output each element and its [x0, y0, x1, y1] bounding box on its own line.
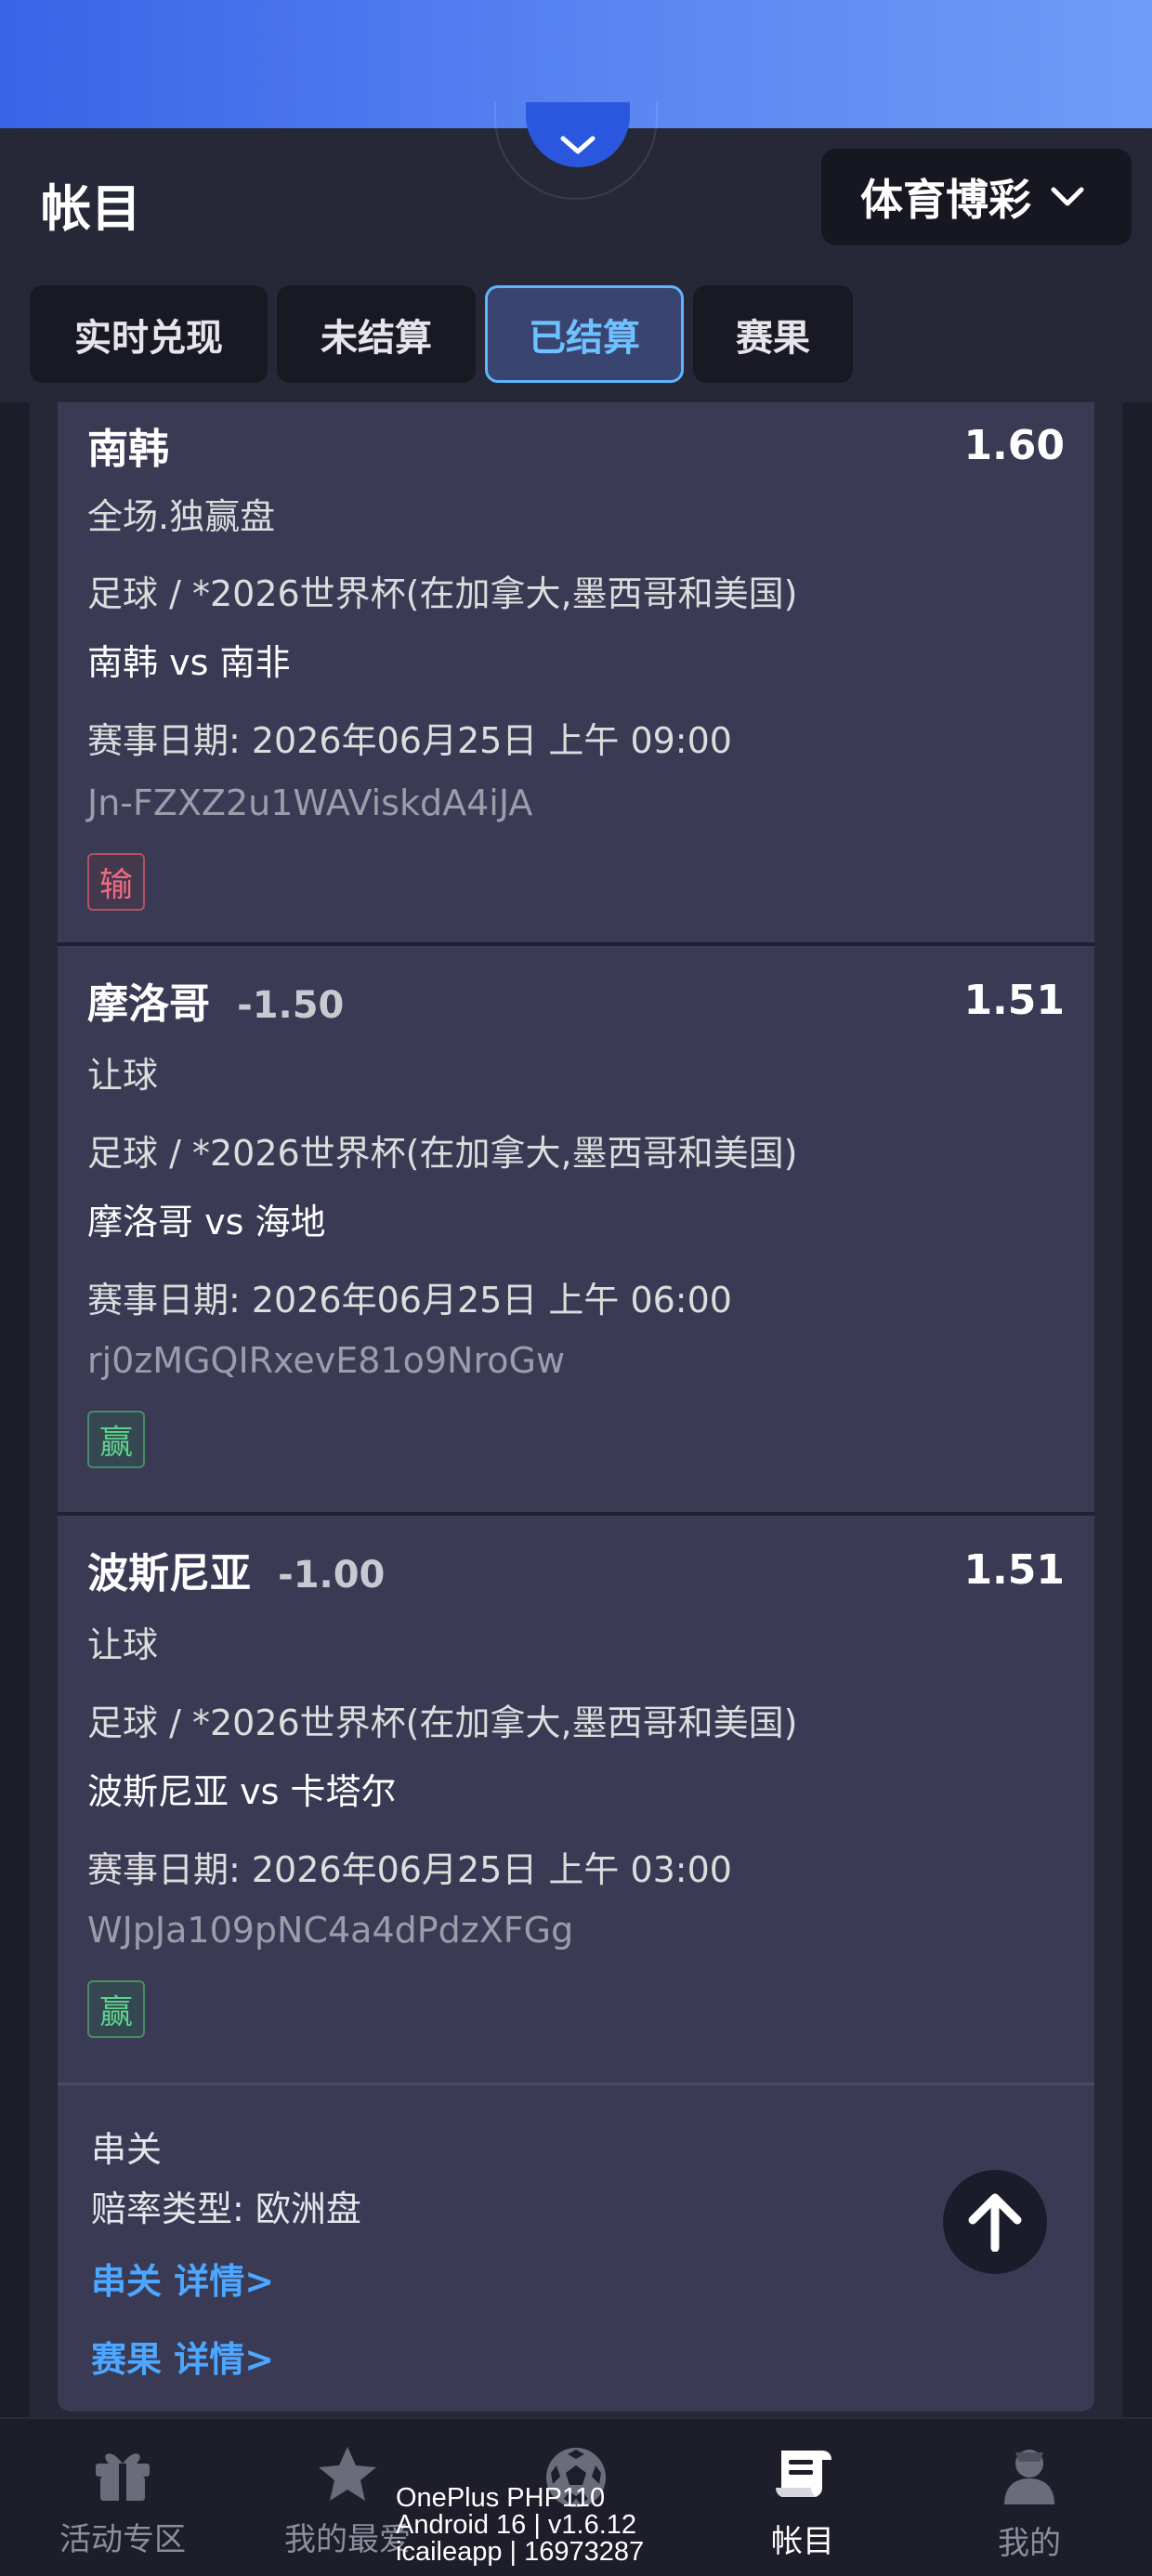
bet-market: 让球 [87, 1055, 159, 1096]
nav-promotions[interactable]: 活动专区 [7, 2419, 238, 2576]
nav-label: 活动专区 [59, 2521, 186, 2558]
device-app-id: icaileapp | 16973287 [396, 2537, 645, 2567]
bet-date: 赛事日期: 2026年06月25日 上午 09:00 [87, 720, 732, 761]
nav-label: 我的 [998, 2525, 1061, 2562]
bet-odds: 1.60 [963, 421, 1065, 469]
tab-bar: 实时兑现 未结算 已结算 赛果 [30, 285, 853, 383]
bet-match: 摩洛哥 vs 海地 [87, 1202, 326, 1242]
bet-selection: 波斯尼亚 [87, 1550, 251, 1597]
bet-market: 让球 [87, 1624, 159, 1665]
bet-id: Jn-FZXZ2u1WAViskdA4iJA [87, 782, 533, 823]
parlay-details-link[interactable]: 串关 详情> [91, 2253, 274, 2304]
tab-results[interactable]: 赛果 [693, 285, 853, 383]
gift-icon [96, 2453, 150, 2501]
bet-list[interactable]: 南韩 1.60 全场.独赢盘 足球 / *2026世界杯(在加拿大,墨西哥和美国… [30, 402, 1122, 2417]
bet-match: 波斯尼亚 vs 卡塔尔 [87, 1771, 397, 1812]
device-info-overlay: OnePlus PHP110 Android 16 | v1.6.12 icai… [396, 2485, 674, 2566]
chevron-down-icon [1051, 187, 1084, 206]
arrow-up-icon [968, 2193, 1022, 2252]
bet-match: 南韩 vs 南非 [87, 642, 291, 683]
tab-settled[interactable]: 已结算 [485, 285, 684, 383]
bet-selection: 南韩 [87, 426, 169, 473]
bet-summary: 串关 赔率类型: 欧洲盘 串关 详情> 赛果 详情> [58, 2083, 1094, 2412]
result-badge-win: 赢 [87, 1980, 145, 2038]
page-title: 帐目 [41, 179, 141, 238]
nav-profile[interactable]: 我的 [914, 2419, 1145, 2576]
bet-card: 波斯尼亚 -1.00 1.51 让球 足球 / *2026世界杯(在加拿大,墨西… [58, 1516, 1094, 2083]
bet-league: 足球 / *2026世界杯(在加拿大,墨西哥和美国) [87, 573, 798, 614]
bet-league: 足球 / *2026世界杯(在加拿大,墨西哥和美国) [87, 1702, 798, 1743]
bet-market: 全场.独赢盘 [87, 496, 276, 537]
bet-league: 足球 / *2026世界杯(在加拿大,墨西哥和美国) [87, 1133, 798, 1174]
bet-handicap: -1.00 [278, 1554, 386, 1597]
bet-type: 串关 [91, 2129, 163, 2170]
bet-card: 摩洛哥 -1.50 1.51 让球 足球 / *2026世界杯(在加拿大,墨西哥… [58, 946, 1094, 1512]
result-details-link[interactable]: 赛果 详情> [91, 2331, 274, 2382]
star-icon [319, 2447, 376, 2501]
bet-date: 赛事日期: 2026年06月25日 上午 06:00 [87, 1280, 732, 1321]
bet-odds: 1.51 [963, 976, 1065, 1024]
bet-id: WJpJa109pNC4a4dPdzXFGg [87, 1910, 574, 1951]
bet-date: 赛事日期: 2026年06月25日 上午 03:00 [87, 1849, 732, 1890]
result-badge-win: 赢 [87, 1411, 145, 1468]
nav-label: 帐目 [771, 2523, 834, 2560]
nav-account-ledger[interactable]: 帐目 [687, 2419, 918, 2576]
user-icon [1004, 2450, 1054, 2504]
bet-id: rj0zMGQIRxevE81o9NroGw [87, 1340, 566, 1381]
bet-card: 南韩 1.60 全场.独赢盘 足球 / *2026世界杯(在加拿大,墨西哥和美国… [58, 402, 1094, 942]
market-select-label: 体育博彩 [860, 175, 1031, 225]
device-version: Android 16 | v1.6.12 [396, 2510, 637, 2540]
chevron-down-icon [560, 136, 596, 154]
device-model: OnePlus PHP110 [396, 2483, 606, 2513]
odds-type: 赔率类型: 欧洲盘 [91, 2188, 361, 2229]
bet-odds: 1.51 [963, 1545, 1065, 1594]
bet-handicap: -1.50 [237, 984, 345, 1027]
market-select[interactable]: 体育博彩 [821, 149, 1132, 245]
nav-label: 我的最爱 [284, 2521, 411, 2558]
ledger-icon [776, 2451, 831, 2497]
bet-selection: 摩洛哥 [87, 980, 210, 1028]
scroll-to-top-button[interactable] [943, 2170, 1047, 2274]
tab-unsettled[interactable]: 未结算 [277, 285, 476, 383]
tab-realtime-cashout[interactable]: 实时兑现 [30, 285, 268, 383]
result-badge-lose: 输 [87, 853, 145, 911]
